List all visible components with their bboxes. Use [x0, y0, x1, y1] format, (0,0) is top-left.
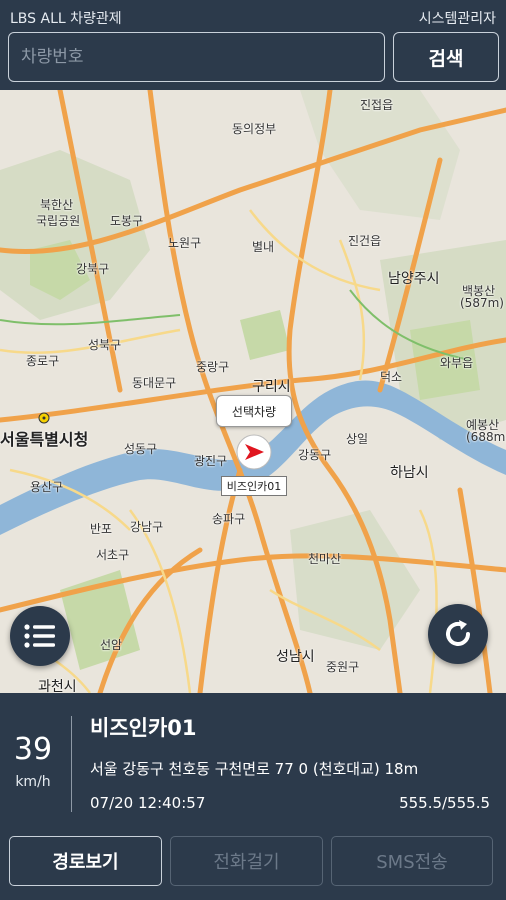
map-label-gangdong: 강동구 [298, 448, 332, 462]
info-divider [71, 716, 72, 812]
map-label-jungwon: 중원구 [326, 660, 360, 674]
map-label-seongbuk: 성북구 [88, 338, 122, 352]
app-title: LBS ALL 차량관제 [10, 11, 122, 27]
map-label-sangil: 상일 [346, 432, 369, 446]
map-label-yongsan: 용산구 [30, 480, 64, 494]
map-label-jongno: 종로구 [26, 354, 60, 368]
map-label-dobong: 도봉구 [110, 214, 144, 228]
map-label-gangnam: 강남구 [130, 520, 164, 534]
vehicle-map-tag[interactable]: 비즈인카01 [221, 476, 287, 496]
map-label-guri: 구리시 [252, 379, 291, 395]
cityhall-marker-icon [38, 412, 50, 424]
map-label-yebong-height: (688m) [466, 430, 506, 444]
map-label-hanam: 하남시 [390, 465, 429, 481]
vehicle-list-button[interactable] [10, 606, 70, 666]
refresh-button[interactable] [428, 604, 488, 664]
map-label-namyangju: 남양주시 [388, 271, 440, 287]
speed-unit: km/h [15, 774, 51, 790]
map-label-banpo: 반포 [90, 522, 113, 536]
map-label-gwacheon: 과천시 [38, 679, 77, 693]
user-name: 시스템관리자 [418, 11, 496, 27]
vehicle-arrow-icon[interactable] [234, 432, 274, 472]
map-label-jungnang: 중랑구 [196, 360, 230, 374]
view-route-button[interactable]: 경로보기 [9, 836, 162, 886]
send-sms-button[interactable]: SMS전송 [331, 836, 493, 886]
map-label-seoul-cityhall: 서울특별시청 [0, 430, 89, 449]
map-label-bukhansan: 북한산 [40, 198, 74, 212]
refresh-icon [446, 620, 470, 646]
top-bar: LBS ALL 차량관제 시스템관리자 검색 [0, 0, 506, 88]
call-button[interactable]: 전화걸기 [170, 836, 323, 886]
vehicle-address: 서울 강동구 천호동 구천면로 77 0 (천호대교) 18m [90, 760, 419, 778]
speed-value: 39 [13, 732, 53, 767]
map-label-baekbong-height: (587m) [460, 296, 504, 310]
list-icon [24, 624, 55, 648]
map-label-seonam: 선암 [100, 638, 123, 652]
vehicle-datetime: 07/20 12:40:57 [90, 794, 206, 812]
search-button[interactable]: 검색 [393, 32, 499, 82]
map-label-jingeon: 진건읍 [348, 234, 382, 248]
map-label-deokso: 덕소 [380, 370, 403, 384]
map-label-dongdaemun: 동대문구 [132, 376, 177, 390]
map-label-wabu: 와부읍 [440, 356, 474, 370]
map-label-nowon: 노원구 [168, 236, 202, 250]
selected-vehicle-callout[interactable]: 선택차량 [216, 395, 292, 427]
map-label-byeolnae: 별내 [252, 240, 275, 254]
map-label-songpa: 송파구 [212, 512, 246, 526]
vehicle-odometer: 555.5/555.5 [399, 794, 490, 812]
map-label-seocho: 서초구 [96, 548, 130, 562]
map-view[interactable]: 진접읍 동의정부 북한산 국립공원 도봉구 노원구 강북구 진건읍 남양주시 별… [0, 90, 506, 693]
map-label-cheonmasan: 천마산 [308, 552, 342, 566]
map-label-gwangjin: 광진구 [194, 454, 228, 468]
map-label-jinjeop: 진접읍 [360, 98, 394, 112]
map-label-national-park: 국립공원 [36, 214, 81, 228]
map-label-uijeongbu: 동의정부 [232, 122, 277, 136]
vehicle-number-input[interactable] [8, 32, 385, 82]
map-label-gangbuk: 강북구 [76, 262, 110, 276]
map-label-seongdong: 성동구 [124, 442, 158, 456]
vehicle-name: 비즈인카01 [90, 716, 197, 740]
map-label-seongnam: 성남시 [276, 649, 315, 665]
